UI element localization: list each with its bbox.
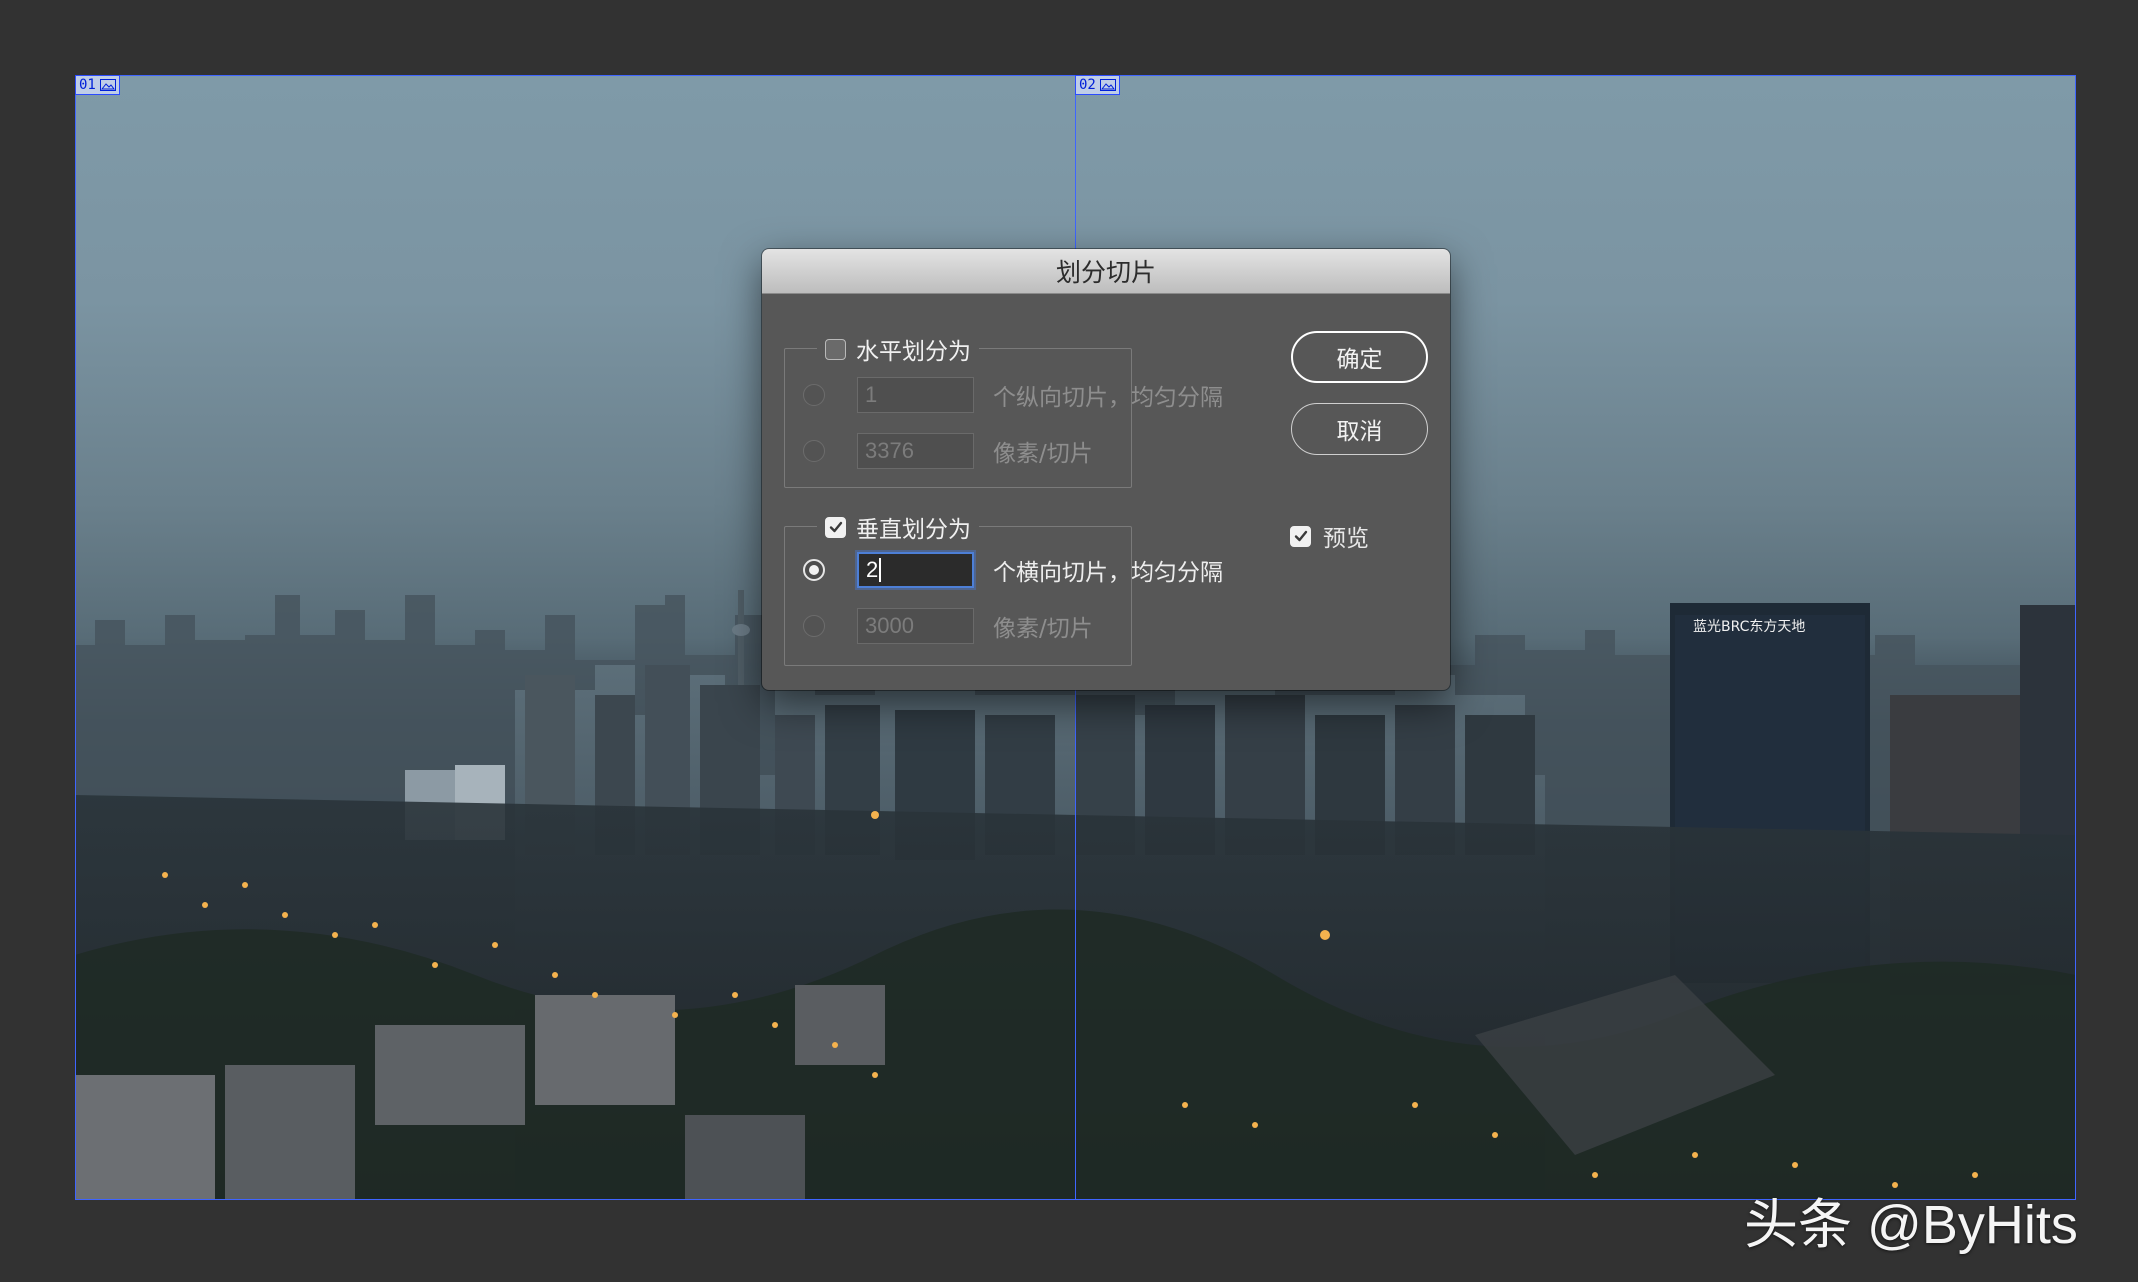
ok-button-label: 确定 — [1336, 347, 1383, 373]
dialog-title: 划分切片 — [1055, 258, 1156, 287]
horizontal-divide-group: 水平划分为 1 个纵向切片，均匀分隔 3376 像素/切片 — [784, 332, 1223, 488]
watermark: 头条 @ByHits — [1744, 1195, 2078, 1255]
preview-label: 预览 — [1323, 526, 1369, 552]
vertical-count-label: 个横向切片，均匀分隔 — [993, 560, 1223, 586]
checkmark-icon — [1294, 530, 1307, 542]
horizontal-count-input[interactable]: 1 — [857, 377, 974, 413]
checkmark-icon — [829, 521, 842, 533]
cancel-button-label: 取消 — [1336, 419, 1383, 445]
horizontal-divide-header: 水平划分为 — [817, 332, 979, 366]
horizontal-count-label: 个纵向切片，均匀分隔 — [993, 385, 1223, 411]
horizontal-pixels-row: 3376 像素/切片 — [785, 433, 1131, 469]
divide-slice-dialog: 划分切片 水平划分为 1 个纵向切片，均匀分隔 3376 像素/切片 垂直划分为… — [762, 249, 1450, 690]
vertical-divide-label: 垂直划分为 — [856, 517, 971, 543]
vertical-pixels-row: 3000 像素/切片 — [785, 608, 1131, 644]
horizontal-count-row: 1 个纵向切片，均匀分隔 — [785, 377, 1223, 413]
horizontal-pixels-radio[interactable] — [803, 440, 825, 462]
slice-01-tag[interactable]: 01 — [75, 75, 120, 95]
slice-number: 01 — [79, 77, 96, 93]
ok-button[interactable]: 确定 — [1291, 331, 1428, 383]
horizontal-pixels-value: 3376 — [865, 438, 914, 463]
text-caret — [879, 558, 882, 582]
building-sign: 蓝光BRC东方天地 — [1693, 619, 1805, 635]
vertical-count-input[interactable]: 2 — [857, 552, 974, 588]
image-icon — [99, 79, 116, 91]
vertical-pixels-value: 3000 — [865, 613, 914, 638]
vertical-count-radio[interactable] — [803, 559, 825, 581]
vertical-pixels-radio[interactable] — [803, 615, 825, 637]
vertical-pixels-label: 像素/切片 — [993, 616, 1093, 642]
horizontal-count-value: 1 — [865, 382, 878, 407]
dialog-titlebar[interactable]: 划分切片 — [762, 249, 1450, 294]
vertical-divide-header: 垂直划分为 — [817, 510, 979, 544]
horizontal-count-radio[interactable] — [803, 384, 825, 406]
slice-number: 02 — [1079, 77, 1096, 93]
vertical-divide-checkbox[interactable] — [825, 516, 846, 538]
slice-02-tag[interactable]: 02 — [1075, 75, 1120, 95]
horizontal-divide-label: 水平划分为 — [856, 339, 971, 365]
horizontal-pixels-label: 像素/切片 — [993, 441, 1093, 467]
vertical-divide-group: 垂直划分为 2 个横向切片，均匀分隔 3000 像素/切片 — [784, 510, 1223, 666]
horizontal-divide-checkbox[interactable] — [825, 338, 846, 360]
image-icon — [1099, 79, 1116, 91]
vertical-count-value: 2 — [866, 557, 879, 582]
vertical-pixels-input[interactable]: 3000 — [857, 608, 974, 644]
preview-checkbox[interactable] — [1290, 525, 1311, 547]
cancel-button[interactable]: 取消 — [1291, 403, 1428, 455]
preview-toggle[interactable]: 预览 — [1290, 519, 1369, 553]
horizontal-pixels-input[interactable]: 3376 — [857, 433, 974, 469]
vertical-count-row: 2 个横向切片，均匀分隔 — [785, 552, 1223, 588]
